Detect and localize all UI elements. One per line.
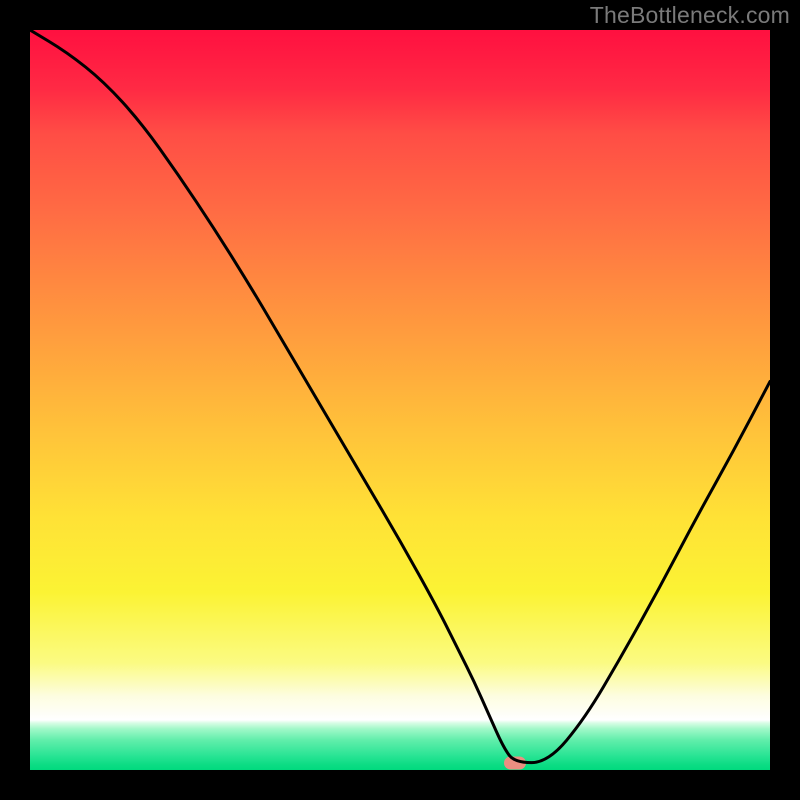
curve-path <box>30 30 770 763</box>
watermark-text: TheBottleneck.com <box>590 2 790 29</box>
chart-stage: TheBottleneck.com <box>0 0 800 800</box>
plot-area <box>30 30 770 770</box>
bottleneck-curve <box>30 30 770 770</box>
